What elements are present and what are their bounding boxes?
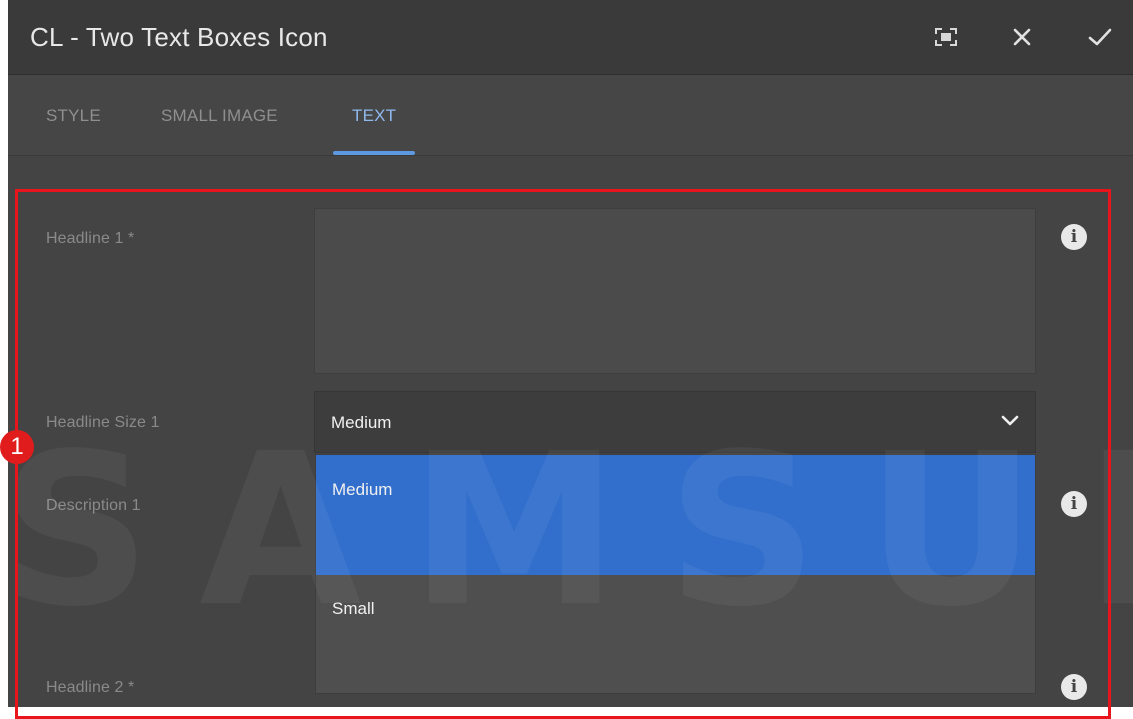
headline2-info-icon[interactable]: i (1061, 674, 1087, 700)
headline1-info-icon[interactable]: i (1061, 224, 1087, 250)
active-tab-indicator (333, 151, 415, 155)
dialog-title: CL - Two Text Boxes Icon (30, 22, 328, 52)
description1-label: Description 1 (46, 497, 141, 514)
tab-text[interactable]: TEXT (352, 106, 396, 126)
chevron-down-icon[interactable] (1001, 414, 1019, 432)
dialog-header: CL - Two Text Boxes Icon (8, 0, 1133, 75)
close-icon[interactable] (1007, 22, 1037, 52)
headline2-label: Headline 2 * (46, 679, 135, 696)
tab-small-image[interactable]: SMALL IMAGE (161, 106, 278, 126)
dialog-window: CL - Two Text Boxes Icon STYLE SMALL IMA… (8, 0, 1133, 707)
headline-size1-value: Medium (331, 413, 392, 432)
checkmark-icon[interactable] (1085, 22, 1115, 52)
text-form: Headline 1 * i Headline Size 1 Medium De… (8, 156, 1133, 707)
tab-style[interactable]: STYLE (46, 106, 101, 126)
option-medium[interactable]: Medium (316, 455, 1035, 575)
headline-size1-label: Headline Size 1 (46, 414, 160, 431)
tab-bar: STYLE SMALL IMAGE TEXT (8, 75, 1133, 156)
option-small[interactable]: Small (316, 575, 1035, 685)
annotation-marker: 1 (0, 430, 34, 464)
headline-size1-select[interactable]: Medium (314, 391, 1036, 453)
description1-info-icon[interactable]: i (1061, 491, 1087, 517)
fullscreen-icon[interactable] (931, 22, 961, 52)
headline-size1-options: Medium Small (315, 454, 1036, 694)
headline1-label: Headline 1 * (46, 230, 135, 247)
headline1-textarea[interactable] (314, 208, 1036, 374)
